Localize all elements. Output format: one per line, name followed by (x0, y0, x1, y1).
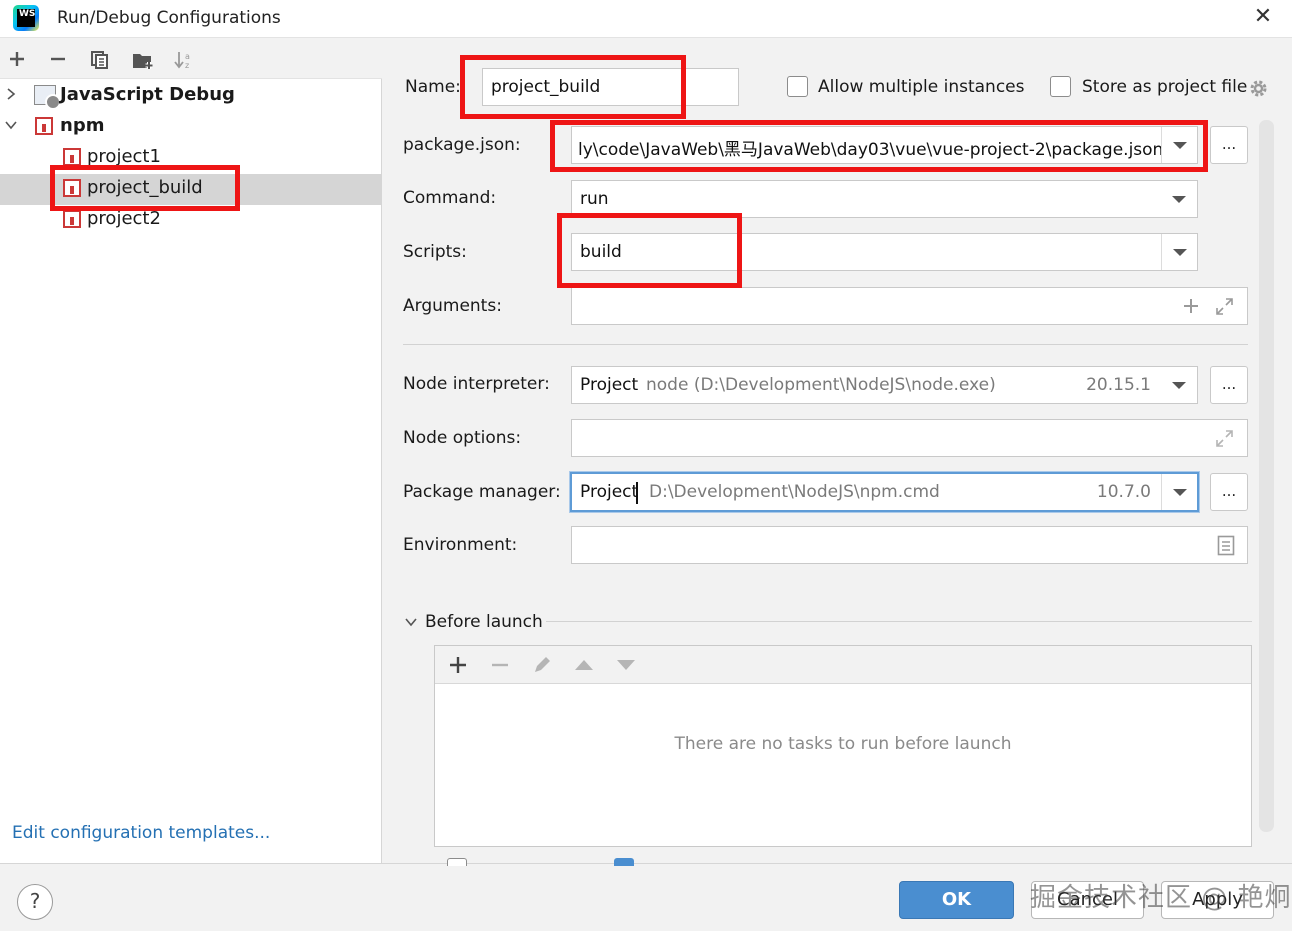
scripts-dropdown-icon[interactable] (1161, 234, 1197, 270)
scripts-value: build (580, 242, 622, 262)
name-field[interactable]: project_build (482, 68, 739, 106)
package-manager-browse-button[interactable]: ... (1210, 473, 1248, 511)
tree-item-javascript-debug[interactable]: JavaScript Debug (0, 81, 382, 112)
gear-icon[interactable] (1248, 78, 1269, 99)
remove-icon[interactable] (45, 45, 71, 73)
node-interpreter-select[interactable]: Project node (D:\Development\NodeJS\node… (571, 366, 1198, 404)
scripts-field[interactable]: build (571, 233, 1198, 271)
tree-item-project2[interactable]: project2 (0, 205, 382, 236)
edit-templates-link[interactable]: Edit configuration templates... (12, 823, 270, 843)
npm-icon (63, 210, 81, 228)
name-label: Name: (405, 77, 461, 97)
edit-environment-icon[interactable] (1217, 535, 1235, 556)
environment-label: Environment: (403, 535, 518, 555)
ok-button[interactable]: OK (899, 881, 1014, 919)
dialog-button-bar: ? OK Cancel Apply 掘金技术社区 @ 艳炯 (0, 858, 1292, 931)
package-manager-path: D:\Development\NodeJS\npm.cmd (649, 482, 940, 502)
package-json-label: package.json: (403, 135, 521, 155)
move-up-icon[interactable] (569, 650, 599, 680)
package-manager-version: 10.7.0 (1096, 482, 1151, 502)
expand-icon[interactable] (1215, 429, 1234, 448)
webstorm-logo-icon: WS (13, 5, 39, 31)
node-interpreter-browse-button[interactable]: ... (1210, 366, 1248, 404)
package-manager-select[interactable]: Project D:\Development\NodeJS\npm.cmd 10… (570, 472, 1199, 512)
before-launch-title[interactable]: Before launch (425, 612, 543, 632)
node-interpreter-label: Node interpreter: (403, 374, 550, 394)
help-button[interactable]: ? (17, 884, 53, 920)
text-caret (636, 482, 638, 504)
allow-multiple-label: Allow multiple instances (818, 77, 1025, 97)
partial-checkbox-checked[interactable] (614, 858, 634, 866)
sort-icon[interactable]: az (172, 45, 198, 73)
tree-item-project-build[interactable]: project_build (0, 174, 382, 205)
form-scrollbar[interactable] (1259, 120, 1274, 832)
store-project-label: Store as project file (1082, 77, 1248, 97)
add-icon[interactable] (4, 45, 30, 73)
node-options-field[interactable] (571, 419, 1248, 457)
npm-icon (35, 117, 53, 135)
store-project-checkbox[interactable] (1050, 76, 1071, 97)
chevron-right-icon[interactable] (4, 87, 18, 101)
remove-task-icon[interactable] (485, 650, 515, 680)
before-launch-empty-message: There are no tasks to run before launch (674, 734, 1012, 754)
arguments-label: Arguments: (403, 296, 502, 316)
environment-field[interactable] (571, 526, 1248, 564)
title-bar: WS Run/Debug Configurations ✕ (0, 0, 1292, 38)
javascript-debug-icon (34, 85, 61, 110)
watermark: 掘金技术社区 @ 艳炯 (1030, 883, 1292, 913)
chevron-down-icon[interactable] (4, 118, 18, 132)
svg-text:z: z (185, 61, 189, 70)
copy-icon[interactable] (87, 45, 113, 73)
arguments-field[interactable] (571, 287, 1248, 325)
add-task-icon[interactable] (443, 650, 473, 680)
section-separator (403, 344, 1248, 345)
node-options-label: Node options: (403, 428, 522, 448)
allow-multiple-checkbox[interactable] (787, 76, 808, 97)
command-select[interactable]: run (571, 180, 1198, 218)
package-manager-dropdown-icon[interactable] (1161, 474, 1197, 510)
partial-checkbox[interactable] (447, 858, 467, 866)
configurations-sidebar: az JavaScript Debug npm project1 project… (0, 39, 382, 863)
close-icon[interactable]: ✕ (1252, 6, 1274, 28)
tree-item-label: project_build (87, 177, 203, 198)
command-label: Command: (403, 188, 497, 208)
package-manager-label: Package manager: (403, 482, 561, 502)
add-macro-icon[interactable] (1183, 298, 1199, 314)
sidebar-toolbar: az (0, 39, 382, 79)
tree-item-npm[interactable]: npm (0, 112, 382, 143)
node-interpreter-path: node (D:\Development\NodeJS\node.exe) (646, 375, 996, 395)
tree-item-label: project2 (87, 208, 161, 229)
before-launch-panel: There are no tasks to run before launch (434, 645, 1252, 847)
app-icon-text: WS (17, 9, 35, 27)
tree-item-label: project1 (87, 146, 161, 167)
package-json-field[interactable]: ly\code\JavaWeb\黑马JavaWeb\day03\vue\vue-… (571, 126, 1198, 164)
package-manager-value: Project (580, 482, 639, 502)
edit-task-icon[interactable] (527, 650, 557, 680)
svg-text:a: a (185, 52, 190, 61)
command-value: run (580, 189, 609, 209)
new-folder-icon[interactable] (130, 45, 156, 73)
tree-item-label: JavaScript Debug (60, 84, 235, 105)
window-title: Run/Debug Configurations (57, 8, 281, 28)
before-launch-separator (546, 621, 1252, 622)
move-down-icon[interactable] (611, 650, 641, 680)
name-value: project_build (491, 77, 601, 97)
tree-item-label: npm (60, 115, 105, 136)
npm-icon (63, 148, 81, 166)
chevron-down-icon[interactable] (404, 615, 418, 629)
package-json-value: ly\code\JavaWeb\黑马JavaWeb\day03\vue\vue-… (578, 140, 1164, 160)
package-json-dropdown-icon[interactable] (1161, 127, 1197, 163)
node-interpreter-dropdown-icon[interactable] (1161, 367, 1197, 403)
node-interpreter-value: Project (580, 375, 639, 395)
npm-icon (63, 179, 81, 197)
node-interpreter-version: 20.15.1 (1086, 375, 1151, 395)
before-launch-toolbar (435, 646, 1251, 684)
command-dropdown-icon[interactable] (1161, 181, 1197, 217)
package-json-browse-button[interactable]: ... (1210, 126, 1248, 164)
expand-icon[interactable] (1215, 297, 1234, 316)
tree-item-project1[interactable]: project1 (0, 143, 382, 174)
scripts-label: Scripts: (403, 242, 467, 262)
